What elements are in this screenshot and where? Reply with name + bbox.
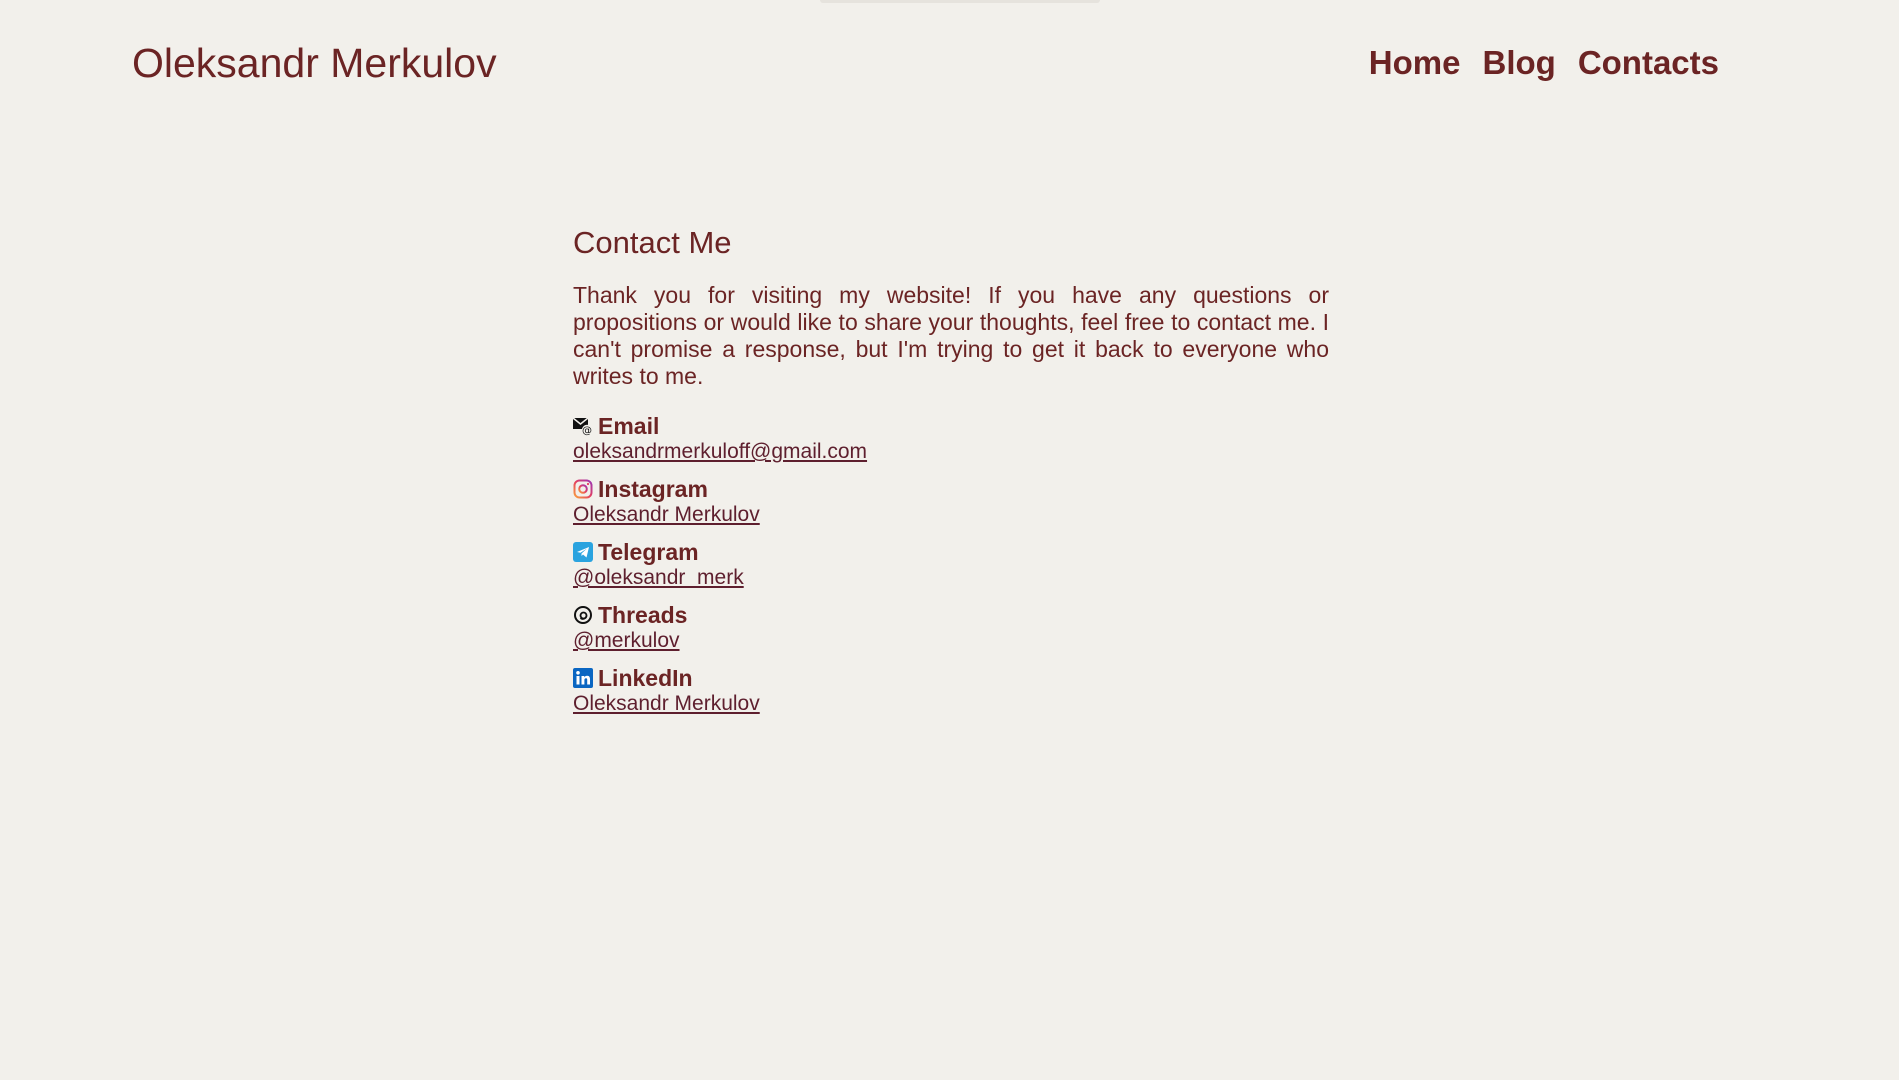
page-title: Contact Me: [573, 225, 732, 260]
intro-text: Thank you for visiting my website! If yo…: [573, 282, 1329, 389]
site-header: Oleksandr Merkulov Home Blog Contacts: [0, 0, 1899, 130]
threads-icon: [573, 605, 593, 625]
telegram-link[interactable]: @oleksandr_merk: [573, 566, 744, 590]
linkedin-link[interactable]: Oleksandr Merkulov: [573, 692, 760, 716]
contact-item-threads: Threads @merkulov: [573, 601, 1329, 653]
instagram-icon: [573, 479, 593, 499]
contact-label-threads: Threads: [598, 602, 688, 628]
linkedin-icon: [573, 668, 593, 688]
contact-list: @ Email oleksandrmerkuloff@gmail.com Ins…: [572, 412, 1329, 716]
contact-item-linkedin: LinkedIn Oleksandr Merkulov: [573, 664, 1329, 716]
contact-item-telegram: Telegram @oleksandr_merk: [573, 538, 1329, 590]
nav-blog-link[interactable]: Blog: [1482, 42, 1555, 84]
contact-section: Contact Me Thank you for visiting my web…: [572, 220, 1329, 727]
site-title-link[interactable]: Oleksandr Merkulov: [132, 38, 497, 88]
svg-text:@: @: [582, 426, 592, 437]
contact-item-instagram: Instagram Oleksandr Merkulov: [573, 475, 1329, 527]
email-icon: @: [572, 416, 593, 437]
email-link[interactable]: oleksandrmerkuloff@gmail.com: [573, 440, 867, 464]
contact-label-telegram: Telegram: [598, 539, 699, 565]
main-nav: Home Blog Contacts: [1369, 42, 1719, 84]
contact-item-email: @ Email oleksandrmerkuloff@gmail.com: [572, 412, 1329, 464]
contact-label-linkedin: LinkedIn: [598, 665, 693, 691]
telegram-icon: [573, 542, 593, 562]
nav-contacts-link[interactable]: Contacts: [1578, 42, 1719, 84]
nav-home-link[interactable]: Home: [1369, 42, 1461, 84]
contact-label-email: Email: [598, 413, 660, 439]
instagram-link[interactable]: Oleksandr Merkulov: [573, 503, 760, 527]
contact-label-instagram: Instagram: [598, 476, 708, 502]
threads-link[interactable]: @merkulov: [573, 629, 680, 653]
